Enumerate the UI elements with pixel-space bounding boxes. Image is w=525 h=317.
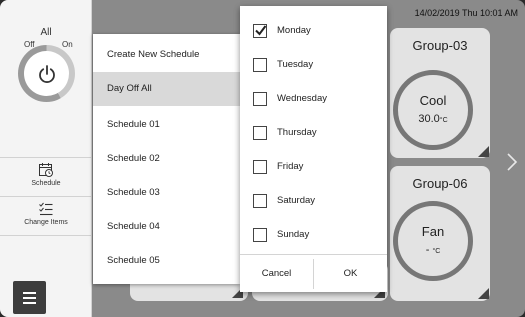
- corner-indicator-icon: [478, 146, 489, 157]
- temperature-gauge: Cool 30.0°C: [393, 70, 473, 150]
- menu-button[interactable]: [13, 281, 46, 314]
- day-label: Monday: [277, 25, 311, 36]
- group-card-group-06[interactable]: Group-06 Fan - °C: [390, 166, 490, 301]
- ok-button[interactable]: OK: [314, 255, 387, 293]
- schedule-label: Schedule: [31, 180, 61, 187]
- cancel-button[interactable]: Cancel: [240, 255, 313, 293]
- next-page-chevron-icon[interactable]: [506, 153, 518, 171]
- change-items-button[interactable]: Change Items: [0, 196, 92, 234]
- day-checkbox[interactable]: [253, 92, 267, 106]
- schedule-list-item[interactable]: Schedule 04: [93, 210, 240, 244]
- day-label: Wednesday: [277, 93, 327, 104]
- day-option-friday[interactable]: Friday: [240, 150, 387, 184]
- temperature-value: - °C: [425, 244, 441, 256]
- sidebar: All Off On Schedule Change Items: [0, 0, 92, 317]
- datetime: 14/02/2019 Thu 10:01 AM: [414, 8, 518, 18]
- day-picker-dialog: Monday Tuesday Wednesday Thursday Friday…: [240, 6, 387, 292]
- day-checkbox[interactable]: [253, 160, 267, 174]
- schedule-list-item[interactable]: Schedule 02: [93, 142, 240, 176]
- day-checkbox[interactable]: [253, 194, 267, 208]
- day-checkbox[interactable]: [253, 126, 267, 140]
- schedule-button[interactable]: Schedule: [0, 157, 92, 195]
- change-items-label: Change Items: [24, 219, 68, 226]
- power-button[interactable]: [24, 51, 69, 96]
- schedule-list-panel: Create New Schedule Day Off All Schedule…: [93, 34, 240, 284]
- day-label: Tuesday: [277, 59, 314, 70]
- corner-indicator-icon: [478, 288, 489, 299]
- schedule-list-item[interactable]: Schedule 03: [93, 176, 240, 210]
- screen: 14/02/2019 Thu 10:01 AM Group-03 Cool 30…: [0, 0, 525, 317]
- day-label: Sunday: [277, 229, 310, 240]
- schedule-list-item[interactable]: Schedule 01: [93, 108, 240, 142]
- schedule-list-item[interactable]: Create New Schedule: [93, 38, 240, 72]
- all-label: All: [40, 27, 52, 38]
- day-label: Saturday: [277, 195, 316, 206]
- day-option-tuesday[interactable]: Tuesday: [240, 48, 387, 82]
- day-checkbox[interactable]: [253, 228, 267, 242]
- day-label: Thursday: [277, 127, 317, 138]
- temperature-value: 30.0°C: [418, 113, 448, 125]
- calendar-clock-icon: [39, 163, 53, 177]
- day-option-saturday[interactable]: Saturday: [240, 184, 387, 218]
- group-name: Group-06: [412, 176, 468, 191]
- schedule-list-item[interactable]: Schedule 05: [93, 244, 240, 278]
- menu-line: [23, 296, 36, 299]
- mode-label: Cool: [419, 93, 447, 108]
- day-checkbox[interactable]: [253, 24, 267, 38]
- schedule-list-item[interactable]: Day Off All: [93, 72, 240, 106]
- dialog-footer: Cancel OK: [240, 254, 387, 292]
- day-label: Friday: [277, 161, 304, 172]
- group-name: Group-03: [412, 38, 468, 53]
- mode-label: Fan: [421, 224, 445, 239]
- divider: [0, 235, 92, 236]
- checkmark-icon: [255, 25, 267, 36]
- checklist-icon: [39, 202, 53, 216]
- day-option-wednesday[interactable]: Wednesday: [240, 82, 387, 116]
- day-option-sunday[interactable]: Sunday: [240, 218, 387, 252]
- temperature-gauge: Fan - °C: [393, 201, 473, 281]
- day-option-monday[interactable]: Monday: [240, 14, 387, 48]
- all-power-toggle[interactable]: [18, 45, 75, 102]
- group-card-group-03[interactable]: Group-03 Cool 30.0°C: [390, 28, 490, 158]
- menu-line: [23, 291, 36, 294]
- on-label: On: [62, 40, 73, 49]
- menu-line: [23, 301, 36, 304]
- power-icon: [38, 64, 55, 83]
- day-checkbox[interactable]: [253, 58, 267, 72]
- day-option-thursday[interactable]: Thursday: [240, 116, 387, 150]
